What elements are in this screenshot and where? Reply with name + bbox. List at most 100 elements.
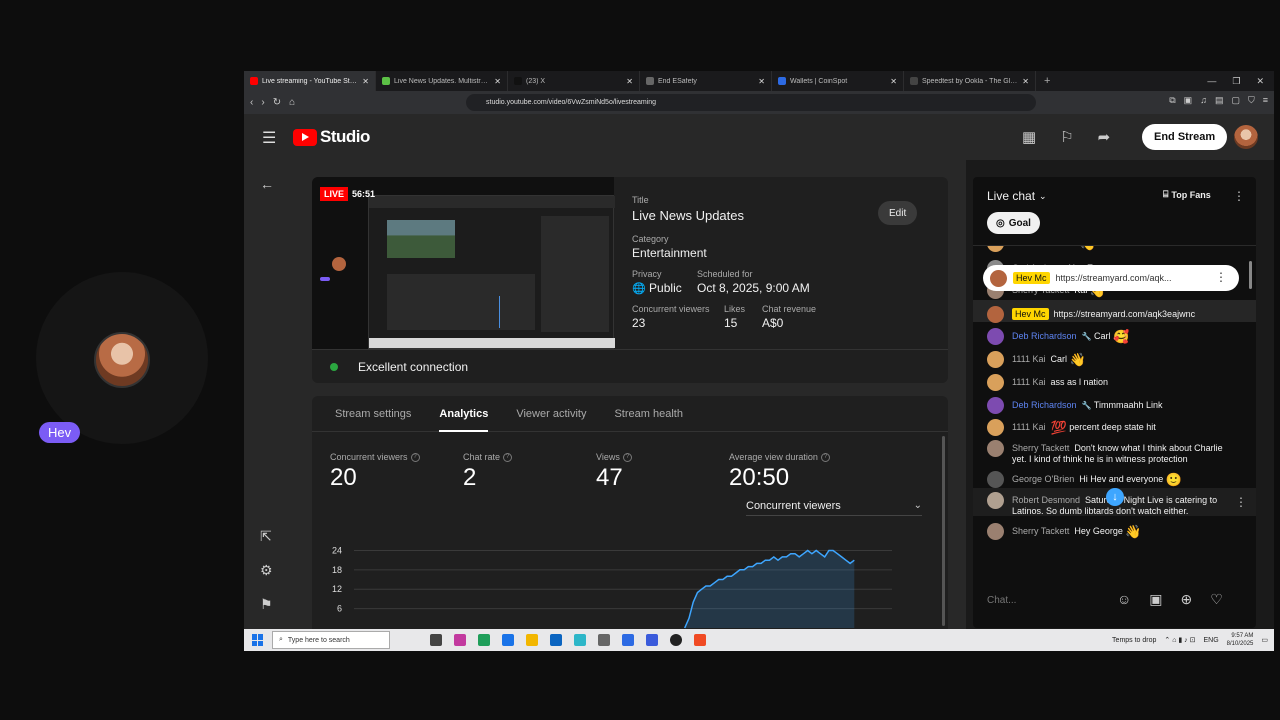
app-icon[interactable]: [646, 634, 658, 646]
forward-icon[interactable]: ›: [261, 97, 264, 108]
close-tab-icon[interactable]: ✕: [890, 77, 897, 86]
menu-icon[interactable]: ☰: [262, 128, 276, 148]
browser-tab[interactable]: (23) X ✕: [508, 71, 640, 91]
chat-message[interactable]: Sherry Tackett Hey George 👋: [987, 523, 1237, 540]
help-icon[interactable]: ?: [503, 452, 513, 462]
outlook-icon[interactable]: [550, 634, 562, 646]
task-view-icon[interactable]: [430, 634, 442, 646]
windows-start-icon[interactable]: [252, 634, 264, 646]
browser-tab[interactable]: End ESafety ✕: [640, 71, 772, 91]
maximize-icon[interactable]: ❐: [1232, 76, 1240, 87]
tray-icons[interactable]: ⌃ ⌂ ▮ ♪ ⊡: [1164, 636, 1195, 644]
close-icon[interactable]: ✕: [1256, 76, 1264, 87]
end-stream-button[interactable]: End Stream: [1142, 124, 1228, 150]
scroll-down-icon[interactable]: ↓: [1106, 488, 1124, 506]
file-explorer-icon[interactable]: [526, 634, 538, 646]
chat-message[interactable]: George O'Brien Hi Hev and everyone 🙂: [987, 471, 1237, 488]
clapperboard-icon[interactable]: ▦: [1022, 128, 1036, 146]
chat-message[interactable]: Deb Richardson 🔧 Timmmaahh Link: [987, 397, 1237, 414]
edge-icon[interactable]: [478, 634, 490, 646]
copilot-icon[interactable]: [454, 634, 466, 646]
favicon-icon: [646, 77, 654, 85]
account-avatar[interactable]: [1234, 125, 1258, 149]
pinned-message[interactable]: Hev Mc https://streamyard.com/aqk... ⋮: [983, 265, 1239, 291]
tab-viewer-activity[interactable]: Viewer activity: [516, 396, 586, 432]
goal-button[interactable]: ◎ Goal: [987, 212, 1040, 234]
browser-tab[interactable]: Live streaming - YouTube Studio ✕: [244, 71, 376, 91]
add-icon[interactable]: ⊕: [1181, 591, 1193, 608]
music-icon[interactable]: ♫: [1200, 95, 1207, 106]
top-fans-button[interactable]: ⌸ Top Fans: [1163, 189, 1211, 200]
brave-icon[interactable]: [694, 634, 706, 646]
tab-stream-health[interactable]: Stream health: [614, 396, 682, 432]
close-tab-icon[interactable]: ✕: [494, 77, 501, 86]
minimize-icon[interactable]: —: [1207, 76, 1216, 87]
app-icon[interactable]: [574, 634, 586, 646]
notification-icon[interactable]: ▭: [1261, 636, 1268, 644]
more-options-icon[interactable]: ⋮: [1215, 270, 1227, 284]
more-options-icon[interactable]: ⋮: [1233, 189, 1245, 203]
emoji-icon[interactable]: ☺: [1117, 591, 1131, 608]
edit-button[interactable]: Edit: [878, 201, 918, 225]
app-icon[interactable]: [622, 634, 634, 646]
super-chat-icon[interactable]: ▣: [1149, 591, 1162, 608]
tab-stream-settings[interactable]: Stream settings: [335, 396, 411, 432]
bookmark-icon[interactable]: ⚐: [1060, 128, 1073, 146]
url-field[interactable]: studio.youtube.com/video/6VwZsmiNd5o/liv…: [466, 94, 1036, 111]
scheduled-label: Scheduled for: [697, 269, 753, 279]
chat-input[interactable]: [987, 594, 1107, 606]
external-link-icon[interactable]: ⇱: [260, 528, 272, 545]
close-tab-icon[interactable]: ✕: [626, 77, 633, 86]
language-indicator[interactable]: ENG: [1204, 637, 1219, 644]
chat-message[interactable]: Sherry Tackett Don't know what I think ab…: [987, 440, 1237, 465]
chat-message[interactable]: 1111 Kai Carl 👋: [987, 351, 1237, 368]
chat-scrollbar[interactable]: [1249, 261, 1252, 289]
store-icon[interactable]: [502, 634, 514, 646]
close-tab-icon[interactable]: ✕: [362, 77, 369, 86]
app-icon[interactable]: [598, 634, 610, 646]
chat-message[interactable]: 1111 Kai ass as l nation: [987, 374, 1237, 391]
metric-dropdown[interactable]: Concurrent viewers ⌄: [746, 496, 922, 516]
wallet-icon[interactable]: ▢: [1231, 95, 1240, 106]
close-tab-icon[interactable]: ✕: [1022, 77, 1029, 86]
chat-message[interactable]: Hev Mc https://streamyard.com/aqk3eajwnc: [987, 306, 1237, 323]
taskbar-apps: [430, 634, 706, 646]
help-icon[interactable]: ?: [410, 452, 420, 462]
browser-tab[interactable]: Speedtest by Ookla - The Global Bro...✕: [904, 71, 1036, 91]
wrench-icon: 🔧: [1081, 332, 1092, 341]
share-icon[interactable]: ➦: [1098, 128, 1111, 146]
weather-widget[interactable]: Temps to drop: [1112, 637, 1156, 644]
studio-logo[interactable]: Studio: [293, 127, 370, 147]
feedback-icon[interactable]: ⚑: [260, 596, 273, 613]
back-arrow-icon[interactable]: ←: [260, 176, 274, 192]
tab-analytics[interactable]: Analytics: [439, 396, 488, 432]
extension-icon[interactable]: ⧉: [1169, 95, 1175, 106]
help-icon[interactable]: ?: [622, 452, 632, 462]
more-options-icon[interactable]: ⋮: [1235, 495, 1247, 509]
clock[interactable]: 9:57 AM 8/10/2025: [1227, 632, 1254, 648]
heart-icon[interactable]: ♡: [1210, 591, 1223, 608]
browser-tab[interactable]: Wallets | CoinSpot ✕: [772, 71, 904, 91]
shield-icon[interactable]: ⛉: [1248, 95, 1255, 106]
stream-preview[interactable]: LIVE 56:51: [312, 177, 615, 349]
chat-title[interactable]: Live chat ⌄: [987, 189, 1047, 203]
analytics-scrollbar[interactable]: [942, 436, 945, 626]
menu-icon[interactable]: ≡: [1263, 95, 1268, 106]
sidebar-icon[interactable]: ▤: [1215, 95, 1224, 106]
preview-screen: [368, 195, 615, 349]
chat-message[interactable]: 1111 KaiRobert 👋: [987, 246, 1237, 252]
taskbar-search[interactable]: ⌕ Type here to search: [272, 631, 390, 649]
chat-message[interactable]: 1111 Kai 💯 percent deep state hit: [987, 419, 1237, 436]
settings-gear-icon[interactable]: ⚙: [260, 562, 273, 579]
close-tab-icon[interactable]: ✕: [758, 77, 765, 86]
back-icon[interactable]: ‹: [250, 97, 253, 108]
extension-icon[interactable]: ▣: [1184, 95, 1193, 106]
reload-icon[interactable]: ↻: [273, 97, 281, 108]
browser-tab[interactable]: Live News Updates. Multistream test.✕: [376, 71, 508, 91]
obs-icon[interactable]: [670, 634, 682, 646]
chat-message[interactable]: Deb Richardson 🔧 Carl 🥰: [987, 328, 1237, 345]
help-icon[interactable]: ?: [820, 452, 830, 462]
new-tab-button[interactable]: +: [1036, 75, 1058, 87]
home-icon[interactable]: ⌂: [289, 97, 295, 108]
avatar: [987, 471, 1004, 488]
